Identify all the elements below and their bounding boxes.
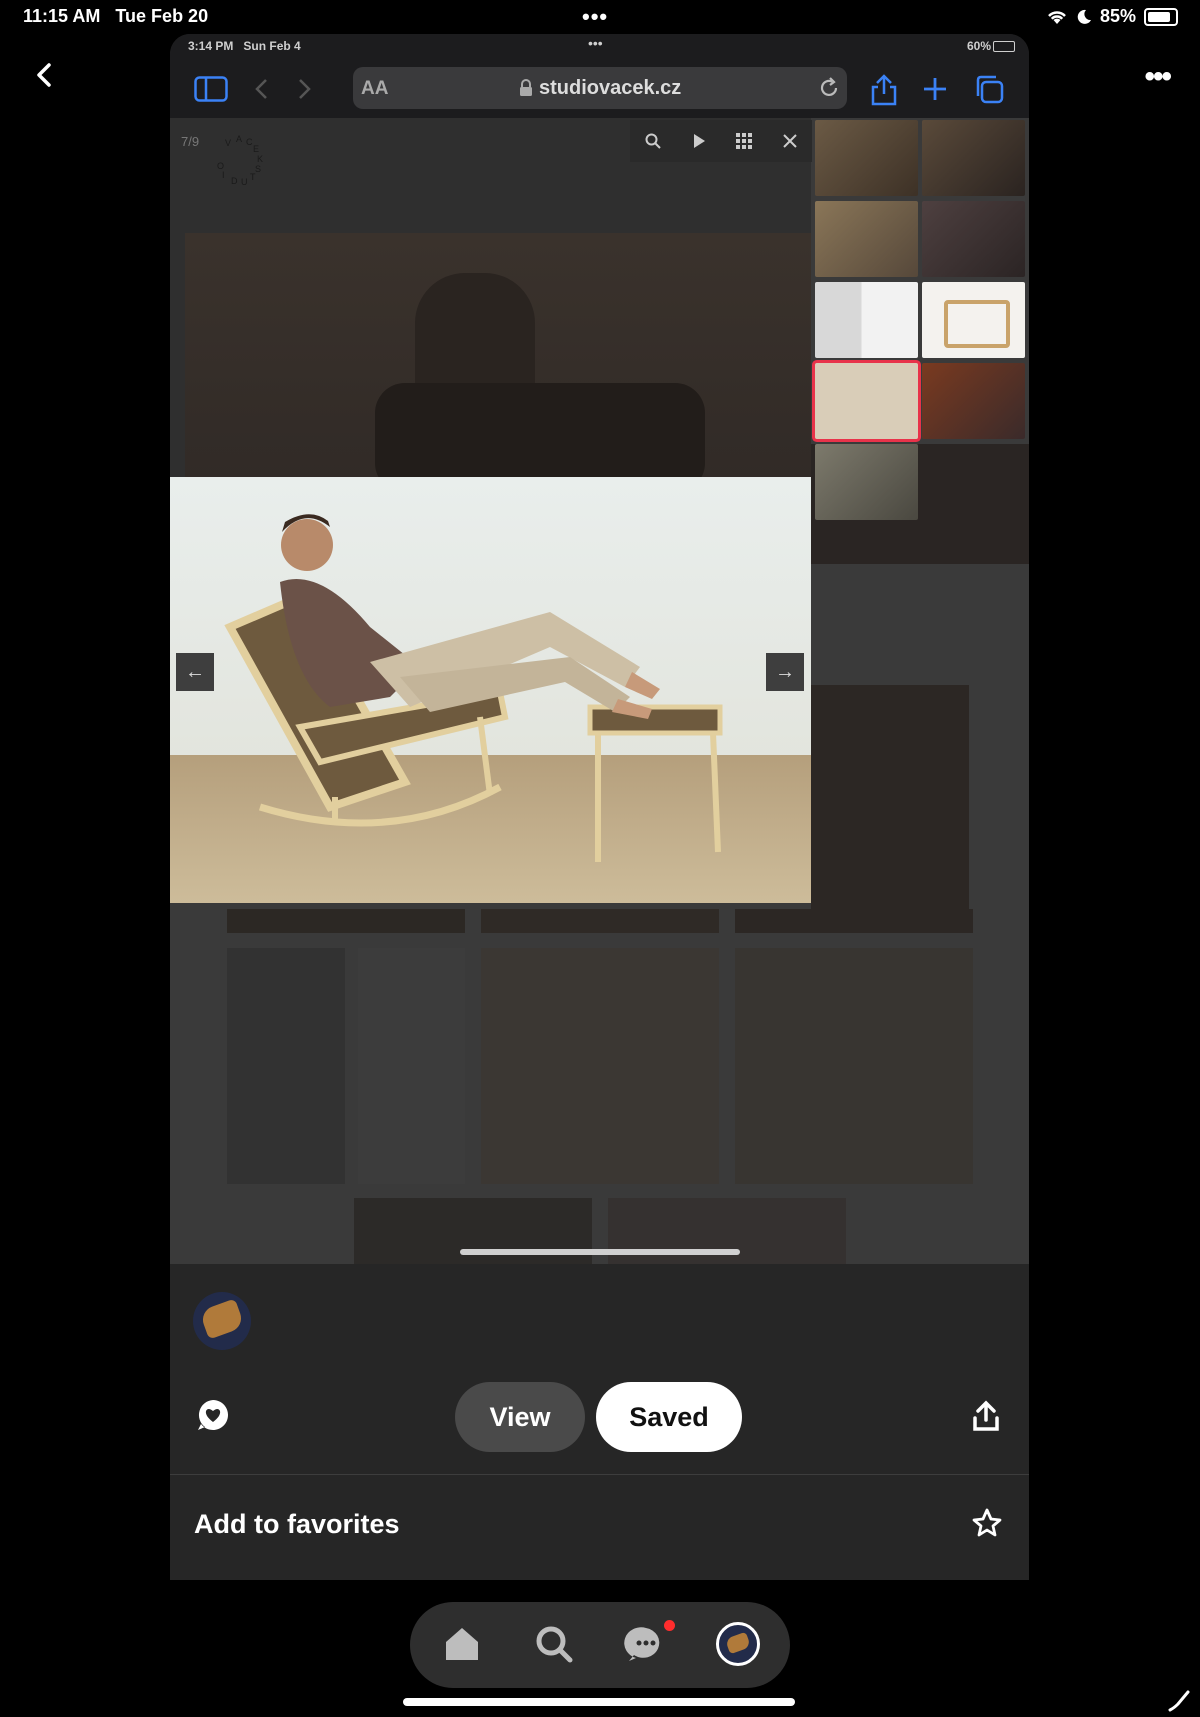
avatar[interactable] [193,1292,251,1350]
svg-text:I: I [222,170,225,180]
svg-text:C: C [246,137,253,147]
share-icon[interactable] [870,74,898,106]
home-indicator [403,1698,795,1706]
url-text: studiovacek.cz [539,77,682,99]
star-icon[interactable] [972,1508,1002,1538]
svg-text:K: K [257,154,263,164]
back-chevron-icon[interactable] [32,62,58,88]
svg-text:D: D [231,176,238,186]
svg-text:T: T [250,172,256,182]
sidebar-icon[interactable] [194,76,228,102]
notification-dot [664,1620,675,1631]
inner-time: 3:14 PM Sun Feb 4 [188,39,301,53]
moon-icon [1077,9,1091,24]
thumbnail[interactable] [815,201,918,277]
lightbox-photo[interactable]: ← → [170,477,811,903]
thumbnail[interactable] [922,120,1025,196]
profile-icon[interactable] [716,1622,760,1666]
browser-forward-icon[interactable] [296,78,312,100]
multitask-dots[interactable]: ••• [582,4,608,30]
thumbnail[interactable] [922,363,1025,439]
rocking-chair-photo [170,477,811,903]
thumbnail[interactable] [922,201,1025,277]
grid-image-dim [358,948,465,1184]
status-time: 11:15 AM Tue Feb 20 [23,6,209,26]
view-button[interactable]: View [455,1382,585,1452]
grid-icon[interactable] [736,133,753,149]
home-icon[interactable] [440,1622,484,1666]
new-tab-icon[interactable] [922,76,948,102]
thumbnail[interactable] [922,282,1025,358]
more-icon[interactable]: ••• [1144,60,1171,94]
lightbox-counter: 7/9 [181,134,200,149]
svg-text:V: V [225,138,231,148]
grid-image-dim [481,948,719,1184]
arrow-left-icon[interactable]: ← [176,653,214,691]
tab-bar [410,1602,790,1688]
arrow-right-icon[interactable]: → [766,653,804,691]
svg-text:S: S [255,164,261,174]
pin-image-card[interactable]: 3:14 PM Sun Feb 4 ••• 60% AA studiovacek… [170,34,1029,1264]
play-icon[interactable] [692,133,706,149]
divider [170,1474,1029,1475]
svg-text:E: E [253,144,259,154]
inner-battery-icon [993,41,1015,52]
grid-image-dim [811,685,969,921]
share-icon[interactable] [972,1400,1000,1432]
browser-back-icon[interactable] [254,78,270,100]
messages-icon[interactable] [624,1622,668,1666]
grid-image-dim [735,948,973,1184]
studio-logo: A CEKSTUDIO V [217,134,263,187]
thumbnail[interactable] [815,444,918,520]
thumbnail[interactable] [815,282,918,358]
saved-button[interactable]: Saved [596,1382,742,1452]
thumbnail-selected[interactable] [815,363,918,439]
search-icon[interactable] [645,133,661,149]
battery-icon [1144,7,1178,26]
comment-icon[interactable] [196,1398,230,1432]
add-to-favorites-label[interactable]: Add to favorites [194,1509,400,1540]
thumbnail-strip [813,120,1029,560]
battery-percent: 85% [1099,6,1136,26]
svg-text:U: U [241,177,248,187]
pencil-icon[interactable] [1168,1688,1192,1712]
reload-icon[interactable] [818,77,840,99]
inner-battery-percent: 60% [966,39,991,53]
inner-home-indicator [460,1249,740,1255]
text-size-button[interactable]: AA [361,78,388,100]
grid-image-dim [227,948,345,1184]
lightbox-toolbar [630,120,812,162]
search-icon[interactable] [532,1622,576,1666]
tabs-icon[interactable] [974,74,1004,104]
lock-icon [520,79,532,96]
close-icon[interactable] [783,134,797,148]
pin-actions-panel: View Saved Add to favorites [170,1264,1029,1580]
svg-text:A: A [236,134,242,144]
inner-status-bar: 3:14 PM Sun Feb 4 ••• 60% [170,34,1029,58]
thumbnail[interactable] [815,120,918,196]
address-bar[interactable]: AA studiovacek.cz [353,67,847,109]
status-right: 85% [1046,6,1178,27]
svg-text:O: O [217,161,224,171]
wifi-icon [1048,10,1066,24]
